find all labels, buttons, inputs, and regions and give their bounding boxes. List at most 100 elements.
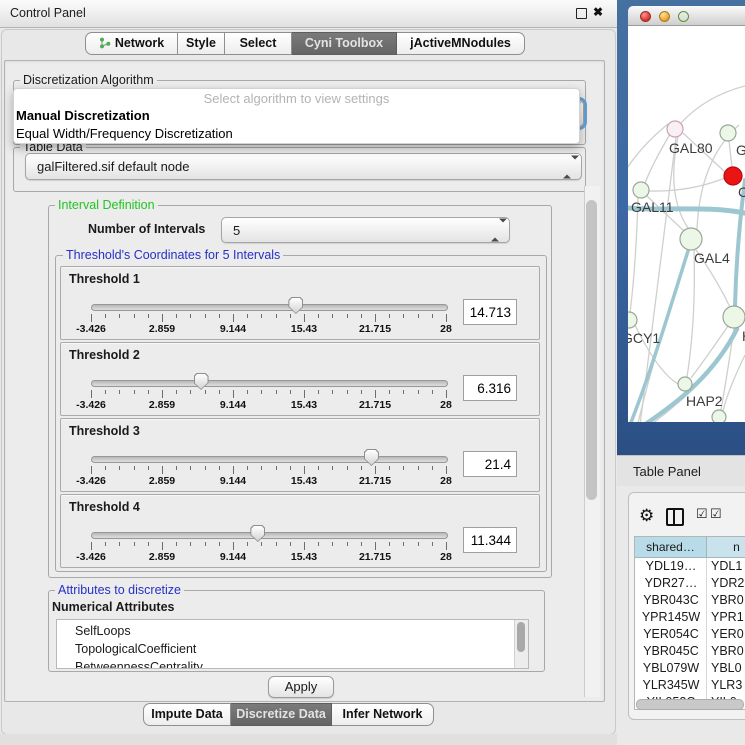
algorithm-option-equal-width[interactable]: Equal Width/Frequency Discretization: [15, 125, 576, 143]
network-node[interactable]: [678, 377, 692, 391]
network-node[interactable]: [724, 167, 742, 185]
scale-label: -3.426: [63, 399, 119, 411]
scale-label: 2.859: [134, 399, 190, 411]
bottom-strip: [0, 734, 617, 745]
table-row[interactable]: YLR345WYLR3: [635, 677, 745, 694]
checkbox-icon[interactable]: ☑: [710, 506, 722, 522]
network-node[interactable]: [667, 121, 683, 137]
network-node-label: GAL4: [694, 250, 730, 266]
tab-style[interactable]: Style: [178, 32, 225, 55]
scale-label: 9.144: [205, 399, 261, 411]
numerical-attributes-list[interactable]: SelfLoopsTopologicalCoefficientBetweenne…: [56, 619, 529, 669]
table-row[interactable]: YBR043CYBR0: [635, 592, 745, 609]
cell-name: YBR0: [711, 643, 744, 660]
panel-scrollbar-thumb[interactable]: [586, 200, 597, 500]
tab-jactivemnodules[interactable]: jActiveMNodules: [397, 32, 525, 55]
network-window-titlebar[interactable]: [628, 6, 745, 26]
cell-name: YER0: [711, 626, 744, 643]
gear-icon[interactable]: ⚙: [639, 504, 654, 528]
zoom-traffic-light-icon[interactable]: [678, 11, 689, 22]
tab-impute-data[interactable]: Impute Data: [143, 703, 231, 726]
threshold-slider-track[interactable]: [91, 380, 448, 387]
table-row[interactable]: YER054CYER0: [635, 626, 745, 643]
tab-select[interactable]: Select: [225, 32, 292, 55]
cell-shared-name: YBL079W: [635, 660, 707, 677]
attribute-item[interactable]: BetweennessCentrality: [75, 658, 203, 669]
threshold-slider-handle[interactable]: [194, 373, 209, 390]
close-traffic-light-icon[interactable]: [640, 11, 651, 22]
network-node-label: GA: [736, 142, 745, 158]
application-window: Control Panel ✖ NetworkStyleSelectCyni T…: [0, 0, 745, 745]
scale-label: -3.426: [63, 475, 119, 487]
table-row[interactable]: YBR045CYBR0: [635, 643, 745, 660]
tab-network[interactable]: Network: [85, 32, 178, 55]
network-node[interactable]: [712, 410, 726, 424]
network-node-label: C: [738, 184, 745, 200]
apply-button[interactable]: Apply: [268, 676, 334, 698]
network-node[interactable]: [720, 125, 736, 141]
float-window-icon[interactable]: [576, 8, 587, 19]
threshold-value-input[interactable]: [463, 375, 517, 401]
tab-infer-network[interactable]: Infer Network: [332, 703, 434, 726]
threshold-slider-track[interactable]: [91, 532, 448, 539]
cell-shared-name: YDR27…: [635, 575, 707, 592]
tab-cyni-toolbox[interactable]: Cyni Toolbox: [292, 32, 397, 55]
table-panel-header: Table Panel: [617, 455, 745, 487]
attributes-scrollbar-thumb[interactable]: [517, 622, 525, 652]
table-row[interactable]: YDR27…YDR2: [635, 575, 745, 592]
network-node[interactable]: [621, 312, 637, 328]
scale-label: 9.144: [205, 475, 261, 487]
table-row[interactable]: YPR145WYPR1: [635, 609, 745, 626]
table-data-combobox[interactable]: galFiltered.sif default node: [25, 153, 582, 180]
scale-label: 15.43: [276, 475, 332, 487]
cell-shared-name: YLR345W: [635, 677, 707, 694]
column-header-shared-name[interactable]: shared…: [635, 537, 707, 558]
network-node-label: GCY1: [622, 330, 660, 346]
scale-label: 21.715: [347, 475, 403, 487]
spinner-arrows-icon: [491, 223, 500, 238]
close-icon[interactable]: ✖: [593, 5, 603, 19]
table-row[interactable]: YDL19…YDL1: [635, 558, 745, 575]
table-row[interactable]: YBL079WYBL0: [635, 660, 745, 677]
scale-label: 21.715: [347, 551, 403, 563]
network-node[interactable]: [680, 228, 702, 250]
cell-shared-name: YER054C: [635, 626, 707, 643]
network-canvas[interactable]: GAL80GACGAL11GAL4GCY1HHAP2: [617, 0, 745, 455]
node-attribute-table[interactable]: shared… n YDL19…YDL1YDR27…YDR2YBR043CYBR…: [634, 536, 745, 710]
threshold-slider-handle[interactable]: [364, 449, 379, 466]
threshold-slider-track[interactable]: [91, 304, 448, 311]
algorithm-option-manual[interactable]: Manual Discretization: [15, 107, 576, 125]
network-node-label: GAL11: [631, 199, 674, 215]
threshold-panel: Threshold 2 -3.4262.8599.14415.4321.7152…: [60, 342, 540, 416]
column-header-name[interactable]: n: [707, 537, 745, 558]
columns-icon[interactable]: [666, 508, 684, 526]
network-node[interactable]: [723, 306, 745, 328]
threshold-slider-handle[interactable]: [288, 297, 303, 314]
network-node[interactable]: [633, 182, 649, 198]
tab-label: Infer Network: [343, 707, 423, 721]
numerical-attributes-label: Numerical Attributes: [52, 600, 174, 614]
network-node-label: GAL80: [669, 140, 713, 156]
attribute-item[interactable]: SelfLoops: [75, 622, 131, 640]
algorithm-dropdown-popup: Select algorithm to view settings Manual…: [13, 88, 580, 144]
number-of-intervals-spinner[interactable]: 5: [221, 217, 510, 243]
checkbox-icon[interactable]: ☑: [696, 506, 708, 522]
tab-discretize-data[interactable]: Discretize Data: [231, 703, 332, 726]
cell-shared-name: YBR043C: [635, 592, 707, 609]
minimize-traffic-light-icon[interactable]: [659, 11, 670, 22]
threshold-value-input[interactable]: [463, 299, 517, 325]
threshold-value-input[interactable]: [463, 527, 517, 553]
thresholds-group-title: Threshold's Coordinates for 5 Intervals: [63, 248, 283, 262]
top-tab-bar: Network StyleSelectCyni ToolboxjActiveMNo…: [0, 32, 617, 55]
attribute-item[interactable]: TopologicalCoefficient: [75, 640, 196, 658]
table-horizontal-scrollbar[interactable]: [636, 699, 744, 710]
scale-label: 21.715: [347, 399, 403, 411]
attributes-list-scrollbar[interactable]: [514, 620, 528, 668]
number-of-intervals-value: 5: [233, 218, 240, 242]
threshold-slider-handle[interactable]: [250, 525, 265, 542]
cell-name: YBL0: [711, 660, 742, 677]
table-data-value: galFiltered.sif default node: [37, 154, 189, 179]
threshold-slider-track[interactable]: [91, 456, 448, 463]
threshold-value-input[interactable]: [463, 451, 517, 477]
tab-label: Network: [115, 36, 164, 50]
